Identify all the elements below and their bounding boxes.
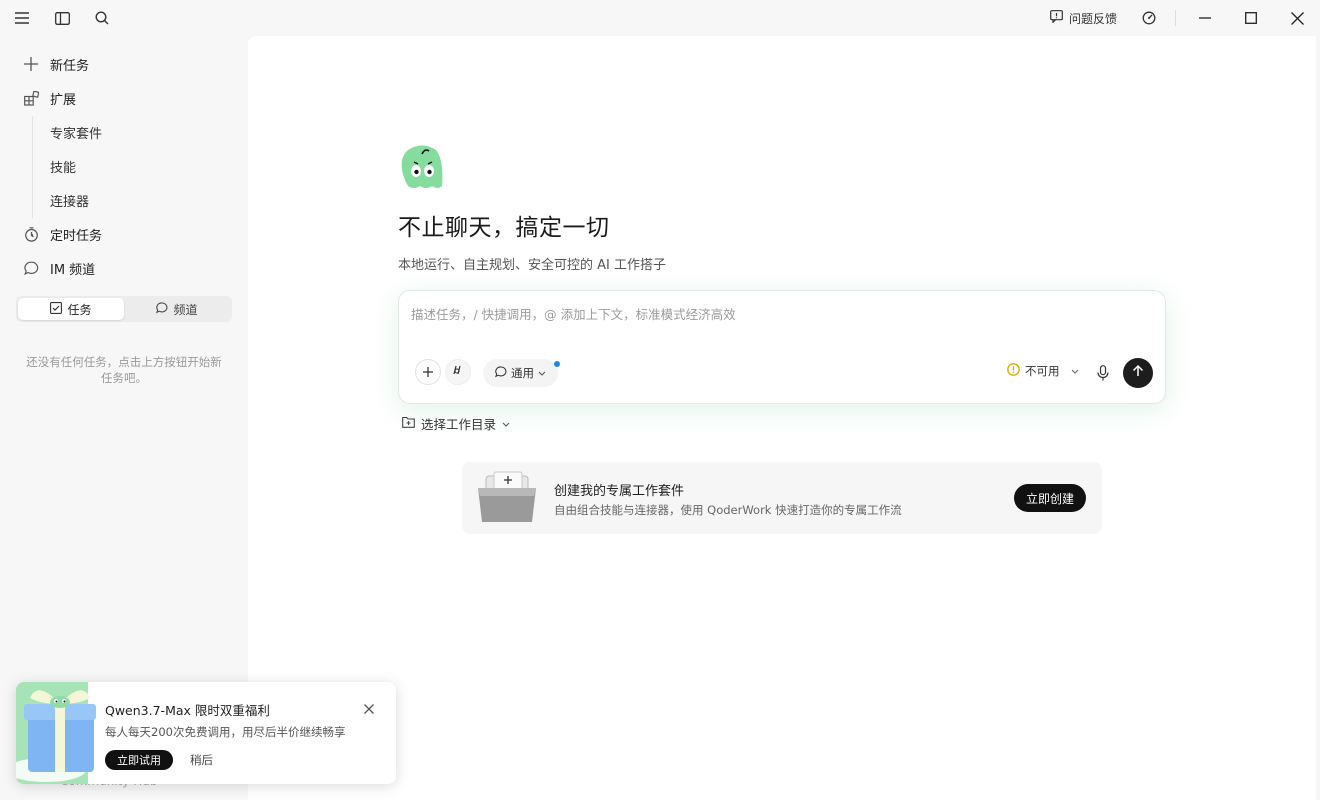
feedback-button[interactable]: 问题反馈 xyxy=(1038,0,1129,36)
gift-box-illustration-icon xyxy=(16,682,100,784)
mode-selector[interactable]: 通用 xyxy=(483,359,558,387)
close-icon[interactable] xyxy=(360,700,378,718)
try-now-button[interactable]: 立即试用 xyxy=(105,750,173,770)
bracket-tools-icon xyxy=(452,364,464,380)
task-channel-toggle: 任务 频道 xyxy=(16,296,232,322)
microphone-icon[interactable] xyxy=(1093,361,1113,385)
titlebar-divider xyxy=(1175,10,1176,26)
notification-dot xyxy=(554,361,560,367)
task-input[interactable] xyxy=(411,307,1111,322)
checkbox-icon xyxy=(50,301,63,317)
main-panel: 不止聊天，搞定一切 本地运行、自主规划、安全可控的 AI 工作搭子 通用 不 xyxy=(248,36,1316,800)
sidebar-item-scheduled[interactable]: 定时任务 xyxy=(22,220,102,248)
chat-icon xyxy=(495,365,507,381)
page-title: 不止聊天，搞定一切 xyxy=(398,215,610,241)
create-suite-button[interactable]: 立即创建 xyxy=(1014,484,1086,512)
search-icon[interactable] xyxy=(82,0,122,36)
tab-label: 频道 xyxy=(173,302,198,317)
model-selector[interactable]: 不可用 xyxy=(1007,363,1079,379)
toast-description: 每人每天200次免费调用，用尽后半价继续畅享 xyxy=(105,725,346,739)
sidebar-item-label: IM 频道 xyxy=(50,262,96,278)
sidebar-item-label: 新任务 xyxy=(50,58,90,74)
close-icon[interactable] xyxy=(1274,0,1320,36)
sidebar-item-label: 定时任务 xyxy=(50,228,103,244)
sidebar-item-im-channel[interactable]: IM 频道 xyxy=(22,254,95,282)
chevron-down-icon xyxy=(502,416,510,431)
minimize-icon[interactable] xyxy=(1182,0,1228,36)
chat-icon xyxy=(156,301,168,317)
sidebar-subitem-skills[interactable]: 技能 xyxy=(50,154,76,178)
page-subtitle: 本地运行、自主规划、安全可控的 AI 工作搭子 xyxy=(398,258,666,273)
warning-icon xyxy=(1007,363,1020,379)
suite-card-title: 创建我的专属工作套件 xyxy=(554,484,685,499)
maximize-icon[interactable] xyxy=(1228,0,1274,36)
arrow-up-icon xyxy=(1132,364,1144,381)
chevron-down-icon xyxy=(1071,364,1079,378)
timer-icon xyxy=(22,225,40,243)
tab-label: 任务 xyxy=(67,302,92,317)
skills-button[interactable] xyxy=(445,359,471,385)
chat-icon xyxy=(22,259,40,277)
submenu-rail xyxy=(32,116,33,218)
workdir-label: 选择工作目录 xyxy=(421,417,497,432)
dashboard-icon[interactable] xyxy=(1129,0,1169,36)
folder-plus-icon xyxy=(402,416,415,431)
model-label: 不可用 xyxy=(1025,364,1060,378)
suite-card-description: 自由组合技能与连接器，使用 QoderWork 快速打造你的专属工作流 xyxy=(554,503,902,517)
toast-title: Qwen3.7-Max 限时双重福利 xyxy=(105,703,270,718)
chevron-down-icon xyxy=(538,366,546,380)
empty-task-hint: 还没有任何任务，点击上方按钮开始新任务吧。 xyxy=(26,355,222,385)
sidebar-item-label: 扩展 xyxy=(50,92,77,108)
menu-icon[interactable] xyxy=(2,0,42,36)
tab-channels[interactable]: 频道 xyxy=(124,298,230,320)
sidebar-subitem-connectors[interactable]: 连接器 xyxy=(50,188,89,212)
sidebar-toggle-icon[interactable] xyxy=(42,0,82,36)
sidebar-item-extensions[interactable]: 扩展 xyxy=(22,84,76,112)
plus-icon xyxy=(22,55,40,73)
composer: 通用 不可用 xyxy=(398,290,1166,404)
add-attachment-button[interactable] xyxy=(415,359,441,385)
promo-toast: Qwen3.7-Max 限时双重福利 每人每天200次免费调用，用尽后半价继续畅… xyxy=(16,682,396,784)
feedback-label: 问题反馈 xyxy=(1068,11,1117,26)
feedback-icon xyxy=(1050,10,1063,26)
suite-promo-card: 创建我的专属工作套件 自由组合技能与连接器，使用 QoderWork 快速打造你… xyxy=(462,462,1102,534)
tab-tasks[interactable]: 任务 xyxy=(18,298,124,320)
sidebar-subitem-expert-suites[interactable]: 专家套件 xyxy=(50,120,102,144)
send-button[interactable] xyxy=(1123,358,1153,388)
workdir-selector[interactable]: 选择工作目录 xyxy=(402,414,510,433)
toolbox-illustration-icon xyxy=(476,470,538,526)
sidebar-item-new-task[interactable]: 新任务 xyxy=(22,50,89,78)
later-button[interactable]: 稍后 xyxy=(190,750,213,770)
extensions-icon xyxy=(22,89,40,107)
title-bar: 问题反馈 xyxy=(0,0,1320,36)
mode-label: 通用 xyxy=(511,366,534,380)
mascot-logo-icon xyxy=(398,142,446,192)
